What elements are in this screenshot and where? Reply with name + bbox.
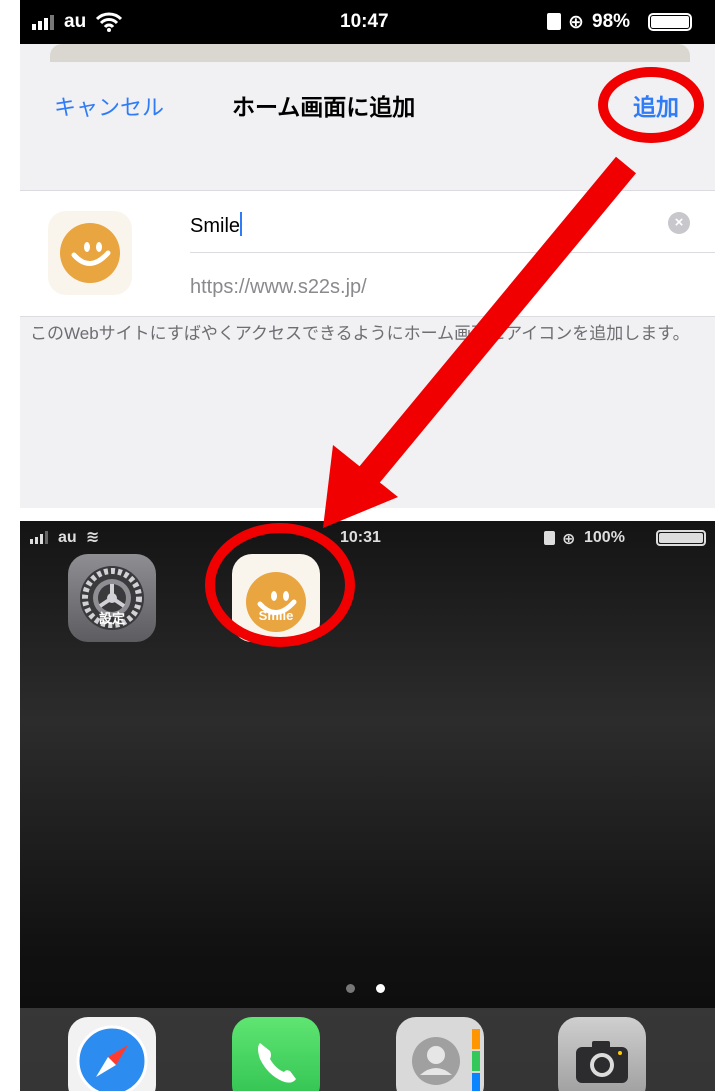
red-arrow xyxy=(323,156,637,528)
